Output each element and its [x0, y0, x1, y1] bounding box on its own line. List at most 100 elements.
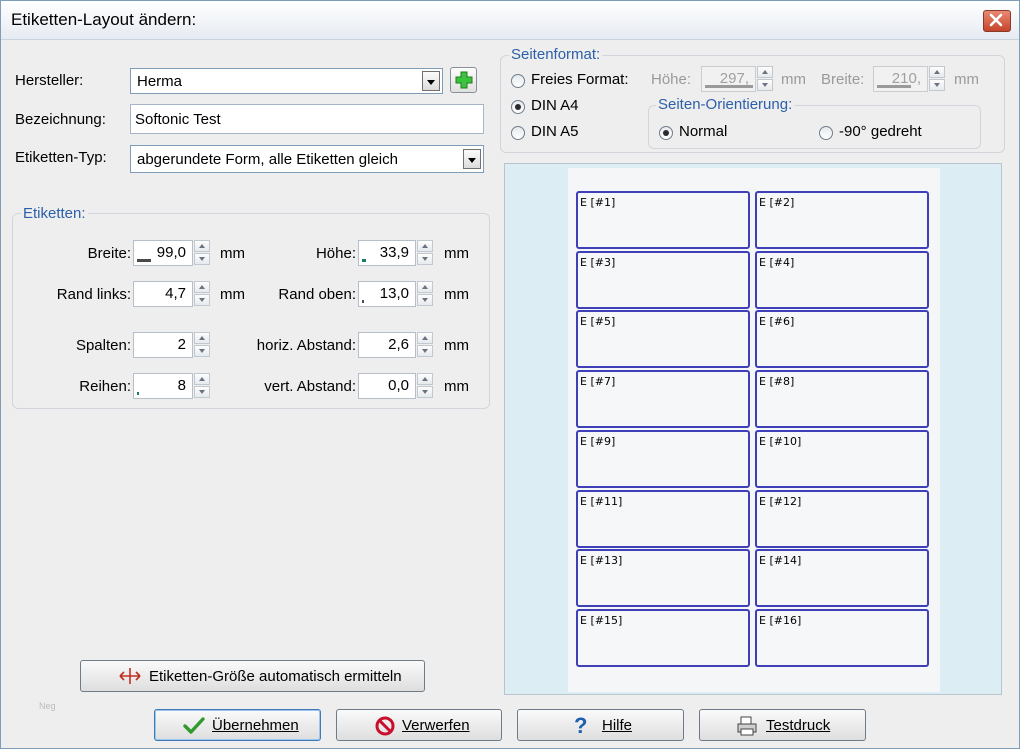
preview-label-cell: E [#10] [755, 430, 929, 488]
hilfe-button[interactable]: ? Hilfe [517, 709, 684, 741]
rand-oben-unit: mm [444, 286, 469, 303]
preview-label-cell: E [#13] [576, 549, 750, 607]
din-a4-radio[interactable] [511, 100, 525, 114]
preview-label-text: E [#8] [759, 375, 795, 388]
hoehe-value: 33,9 [379, 244, 409, 261]
preview-label-text: E [#7] [580, 375, 616, 388]
uebernehmen-label: Übernehmen [212, 717, 299, 734]
horiz-abstand-value: 2,6 [388, 336, 409, 353]
rand-links-unit: mm [220, 286, 245, 303]
spin-up-icon[interactable] [194, 240, 210, 252]
preview-label-cell: E [#7] [576, 370, 750, 428]
spin-down-icon[interactable] [417, 253, 433, 265]
chevron-down-icon[interactable] [463, 149, 481, 169]
preview-label-text: E [#9] [580, 435, 616, 448]
printer-icon [737, 716, 757, 736]
resize-arrows-icon [119, 668, 141, 684]
seite-hoehe-label: Höhe: [651, 71, 692, 88]
spin-up-icon[interactable] [417, 240, 433, 252]
preview-label-text: E [#14] [759, 554, 802, 567]
close-button[interactable] [983, 10, 1011, 32]
spin-down-icon[interactable] [194, 345, 210, 357]
freies-format-label: Freies Format: [531, 71, 629, 88]
etiketten-typ-select[interactable]: abgerundete Form, alle Etiketten gleich [130, 145, 484, 173]
chevron-down-icon[interactable] [422, 71, 440, 91]
spin-up-icon[interactable] [194, 373, 210, 385]
bezeichnung-label: Bezeichnung: [15, 111, 106, 128]
preview-label-cell: E [#15] [576, 609, 750, 667]
gedreht-label: -90° gedreht [839, 123, 922, 140]
preview-label-cell: E [#14] [755, 549, 929, 607]
testdruck-button[interactable]: Testdruck [699, 709, 866, 741]
auto-size-label: Etiketten-Größe automatisch ermitteln [149, 668, 402, 685]
vert-abstand-value: 0,0 [388, 377, 409, 394]
spin-up-icon[interactable] [194, 281, 210, 293]
footer-note: Neg [39, 701, 56, 711]
normal-label: Normal [679, 123, 728, 140]
spin-up-icon[interactable] [929, 66, 945, 78]
auto-size-button[interactable]: Etiketten-Größe automatisch ermitteln [80, 660, 425, 692]
plus-icon [455, 71, 473, 89]
rand-oben-label: Rand oben: [278, 286, 356, 303]
add-manufacturer-button[interactable] [450, 67, 477, 93]
seite-breite-label: Breite: [821, 71, 865, 88]
preview-label-cell: E [#9] [576, 430, 750, 488]
spin-down-icon[interactable] [417, 294, 433, 306]
title-bar: Etiketten-Layout ändern: [1, 1, 1019, 40]
horiz-abstand-unit: mm [444, 337, 469, 354]
spin-down-icon[interactable] [757, 79, 773, 91]
preview-label-text: E [#16] [759, 614, 802, 627]
bezeichnung-input[interactable]: Softonic Test [130, 104, 484, 134]
spin-up-icon[interactable] [194, 332, 210, 344]
preview-label-text: E [#15] [580, 614, 623, 627]
etiketten-group-title: Etiketten: [21, 205, 88, 222]
etiketten-typ-label: Etiketten-Typ: [15, 149, 107, 166]
checkmark-icon [183, 717, 205, 734]
preview-label-text: E [#5] [580, 315, 616, 328]
breite-unit: mm [220, 245, 245, 262]
preview-label-text: E [#3] [580, 256, 616, 269]
etiketten-typ-value: abgerundete Form, alle Etiketten gleich [137, 151, 398, 168]
hersteller-label: Hersteller: [15, 72, 84, 89]
preview-label-text: E [#12] [759, 495, 802, 508]
rand-links-value: 4,7 [165, 285, 186, 302]
seitenformat-group-title: Seitenformat: [509, 46, 603, 63]
freies-format-radio[interactable] [511, 74, 525, 88]
preview-label-cell: E [#12] [755, 490, 929, 548]
rand-oben-value: 13,0 [379, 285, 409, 302]
vert-abstand-label: vert. Abstand: [264, 378, 356, 395]
preview-label-text: E [#6] [759, 315, 795, 328]
verwerfen-button[interactable]: Verwerfen [336, 709, 502, 741]
dialog-window: Etiketten-Layout ändern: Hersteller: Her… [0, 0, 1020, 749]
spin-down-icon[interactable] [417, 386, 433, 398]
normal-radio[interactable] [659, 126, 673, 140]
din-a5-radio[interactable] [511, 126, 525, 140]
gedreht-radio[interactable] [819, 126, 833, 140]
testdruck-label: Testdruck [766, 717, 831, 734]
hoehe-unit: mm [444, 245, 469, 262]
spin-down-icon[interactable] [929, 79, 945, 91]
din-a4-label: DIN A4 [531, 97, 579, 114]
preview-label-cell: E [#11] [576, 490, 750, 548]
breite-label: Breite: [87, 245, 131, 262]
spalten-label: Spalten: [75, 337, 131, 354]
spin-up-icon[interactable] [757, 66, 773, 78]
seite-hoehe-unit: mm [781, 71, 806, 88]
spin-down-icon[interactable] [194, 386, 210, 398]
spin-down-icon[interactable] [417, 345, 433, 357]
spin-up-icon[interactable] [417, 332, 433, 344]
spin-down-icon[interactable] [194, 294, 210, 306]
preview-label-text: E [#2] [759, 196, 795, 209]
horiz-abstand-label: horiz. Abstand: [256, 337, 356, 354]
breite-value: 99,0 [156, 244, 186, 261]
preview-label-text: E [#4] [759, 256, 795, 269]
spin-down-icon[interactable] [194, 253, 210, 265]
preview-label-cell: E [#6] [755, 310, 929, 368]
spin-up-icon[interactable] [417, 281, 433, 293]
hilfe-label: Hilfe [602, 717, 633, 734]
uebernehmen-button[interactable]: Übernehmen [154, 709, 321, 741]
hersteller-select[interactable]: Herma [130, 68, 443, 94]
preview-label-text: E [#10] [759, 435, 802, 448]
spin-up-icon[interactable] [417, 373, 433, 385]
preview-label-cell: E [#16] [755, 609, 929, 667]
